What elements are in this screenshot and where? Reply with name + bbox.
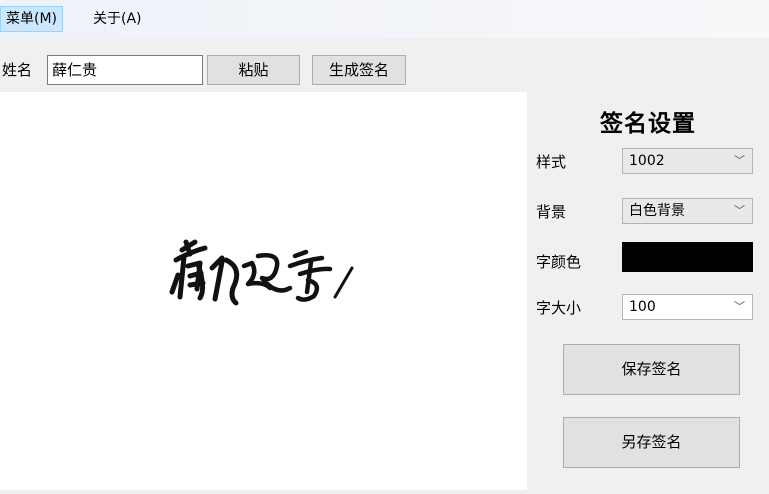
font-size-select-value: 100 (629, 299, 656, 315)
background-label: 背景 (536, 203, 567, 221)
signature-canvas (0, 92, 527, 490)
style-label: 样式 (536, 153, 567, 171)
signature-image (169, 239, 354, 306)
menu-item-about[interactable]: 关于(A) (88, 6, 147, 32)
menu-item-menu[interactable]: 菜单(M) (0, 6, 64, 32)
chevron-down-icon: ﹀ (734, 300, 745, 313)
menu-bar: 菜单(M) 关于(A) (0, 0, 769, 38)
save-signature-button[interactable]: 保存签名 (563, 344, 740, 395)
name-label: 姓名 (2, 61, 33, 79)
background-select-value: 白色背景 (629, 203, 685, 219)
font-color-label: 字颜色 (536, 253, 582, 271)
font-size-label: 字大小 (536, 299, 582, 317)
font-size-select[interactable]: 100 ﹀ (622, 294, 753, 320)
font-color-swatch[interactable] (622, 242, 753, 272)
generate-signature-button[interactable]: 生成签名 (312, 55, 406, 85)
paste-button[interactable]: 粘贴 (207, 55, 300, 85)
background-select[interactable]: 白色背景 ﹀ (622, 198, 753, 224)
chevron-down-icon: ﹀ (734, 204, 745, 217)
chevron-down-icon: ﹀ (734, 154, 745, 167)
name-input[interactable]: 薛仁贵 (47, 55, 203, 85)
save-as-signature-button[interactable]: 另存签名 (563, 417, 740, 468)
style-select-value: 1002 (629, 153, 665, 169)
settings-title: 签名设置 (600, 111, 696, 137)
style-select[interactable]: 1002 ﹀ (622, 148, 753, 174)
